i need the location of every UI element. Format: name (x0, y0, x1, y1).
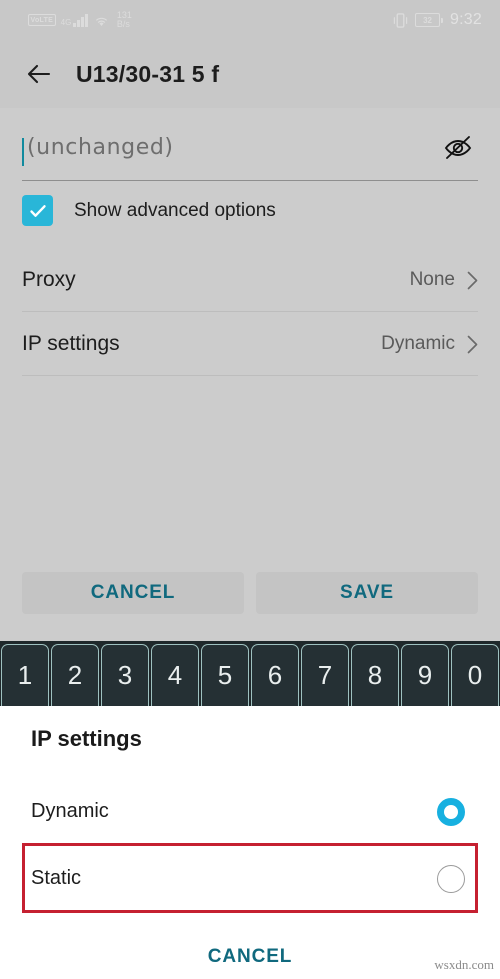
signal-bars-icon (73, 13, 88, 27)
ip-settings-dialog: IP settings Dynamic Static CANCEL (0, 706, 500, 979)
network-speed-indicator: 131 B/s (116, 10, 132, 30)
key-1[interactable]: 1 (1, 644, 49, 706)
vibrate-icon (393, 12, 408, 29)
radio-dynamic[interactable] (437, 797, 465, 826)
key-8[interactable]: 8 (351, 644, 399, 706)
dialog-cancel-button[interactable]: CANCEL (0, 946, 500, 968)
key-6[interactable]: 6 (251, 644, 299, 706)
advanced-options-checkbox[interactable] (22, 195, 53, 226)
watermark-label: wsxdn.com (434, 957, 494, 972)
network-type-label: 4G (60, 17, 72, 27)
text-cursor (22, 138, 24, 166)
key-7[interactable]: 7 (301, 644, 349, 706)
ip-settings-value: Dynamic (381, 333, 455, 354)
dialog-title: IP settings (31, 726, 142, 751)
status-bar-left: VoLTE 4G 131 B/s (28, 10, 132, 30)
password-input[interactable]: (unchanged) (27, 135, 174, 160)
proxy-row[interactable]: Proxy None (0, 248, 500, 312)
proxy-value: None (409, 269, 455, 290)
cancel-button[interactable]: CANCEL (22, 572, 244, 614)
volte-icon: VoLTE (28, 14, 56, 26)
battery-percent-label: 32 (415, 13, 441, 27)
phone-screen: VoLTE 4G 131 B/s 32 9:32 U13/30-31 5 f (… (0, 0, 500, 979)
page-title: U13/30-31 5 f (76, 60, 220, 87)
ip-settings-label: IP settings (22, 332, 120, 355)
ip-settings-row[interactable]: IP settings Dynamic (0, 312, 500, 376)
wifi-config-form: (unchanged) Show advanced options Proxy (0, 108, 500, 641)
option-static-label: Static (31, 867, 82, 889)
save-button[interactable]: SAVE (256, 572, 478, 614)
key-9[interactable]: 9 (401, 644, 449, 706)
advanced-options-label: Show advanced options (74, 199, 276, 221)
status-bar: VoLTE 4G 131 B/s 32 9:32 (0, 0, 500, 40)
app-bar: U13/30-31 5 f (0, 40, 500, 108)
battery-cap (441, 17, 444, 23)
option-dynamic[interactable]: Dynamic (0, 778, 500, 845)
key-3[interactable]: 3 (101, 644, 149, 706)
password-underline (22, 180, 478, 181)
battery-icon: 32 (415, 13, 444, 27)
row-divider (22, 375, 478, 376)
key-2[interactable]: 2 (51, 644, 99, 706)
key-5[interactable]: 5 (201, 644, 249, 706)
option-static[interactable]: Static (0, 845, 500, 912)
key-4[interactable]: 4 (151, 644, 199, 706)
wifi-icon (93, 14, 110, 27)
network-speed-unit: B/s (116, 19, 130, 29)
show-advanced-options-row[interactable]: Show advanced options (22, 195, 276, 226)
clock-label: 9:32 (450, 11, 482, 28)
option-dynamic-label: Dynamic (31, 800, 109, 822)
chevron-right-icon (467, 335, 478, 353)
proxy-label: Proxy (22, 268, 76, 291)
status-bar-right: 32 9:32 (393, 11, 482, 29)
key-0[interactable]: 0 (451, 644, 499, 706)
chevron-right-icon (467, 271, 478, 289)
back-arrow-icon[interactable] (20, 55, 58, 93)
eye-off-icon[interactable] (438, 129, 478, 167)
password-field-row[interactable]: (unchanged) (22, 127, 478, 181)
radio-static[interactable] (437, 864, 465, 893)
keyboard-number-row: 1 2 3 4 5 6 7 8 9 0 (0, 641, 500, 706)
form-action-buttons: CANCEL SAVE (22, 572, 478, 614)
